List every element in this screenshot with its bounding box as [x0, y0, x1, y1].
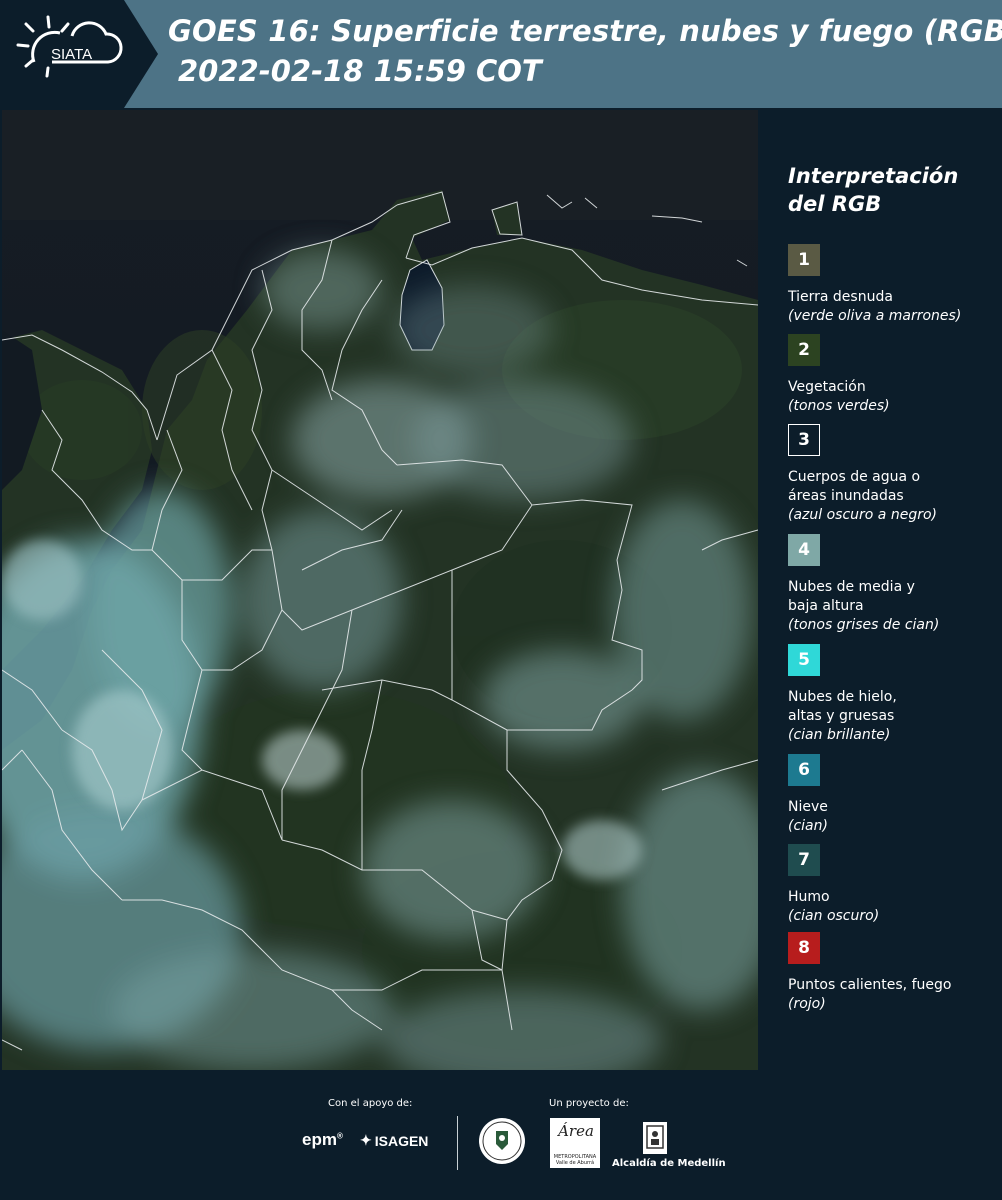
isagen-logo: ✦ ISAGEN — [360, 1132, 428, 1149]
area-logo-sub: METROPOLITANA Valle de Aburrá — [553, 1154, 597, 1166]
legend-swatch-6: 6 — [788, 754, 820, 786]
timestamp: 2022-02-18 15:59 COT — [178, 54, 542, 88]
support-caption: Con el apoyo de: — [328, 1098, 413, 1109]
isagen-mark-icon: ✦ — [360, 1132, 372, 1148]
legend-label: Vegetación — [788, 379, 866, 395]
page-title: GOES 16: Superficie terrestre, nubes y f… — [168, 14, 1002, 48]
legend-label: Nubes de hielo, altas y gruesas — [788, 689, 897, 724]
epm-logo: epm® — [302, 1130, 343, 1149]
legend-label: Nieve — [788, 799, 828, 815]
footer: Con el apoyo de: Un proyecto de: epm® ✦ … — [0, 1070, 1002, 1200]
epm-logo-text: epm — [302, 1130, 337, 1149]
legend-swatch-3: 3 — [788, 424, 820, 456]
alcaldia-medellin-label: Alcaldía de Medellín — [612, 1158, 726, 1169]
legend-swatch-5: 5 — [788, 644, 820, 676]
legend-swatch-7: 7 — [788, 844, 820, 876]
header-bar: SIATA GOES 16: Superficie terrestre, nub… — [0, 0, 1002, 108]
siata-logo-text: SIATA — [51, 46, 92, 63]
legend-item-snow: 6 Nieve (cian) — [788, 754, 998, 836]
legend-label: Cuerpos de agua o áreas inundadas — [788, 469, 921, 504]
legend-swatch-2: 2 — [788, 334, 820, 366]
legend-swatch-1: 1 — [788, 244, 820, 276]
legend-item-vegetation: 2 Vegetación (tonos verdes) — [788, 334, 998, 416]
project-caption: Un proyecto de: — [549, 1098, 629, 1109]
legend-title-line1: Interpretación — [788, 164, 959, 188]
legend-label: Puntos calientes, fuego — [788, 977, 952, 993]
legend-item-ice-clouds: 5 Nubes de hielo, altas y gruesas (cian … — [788, 644, 998, 745]
medellin-crest-icon — [641, 1120, 669, 1160]
legend-label: Humo — [788, 889, 830, 905]
legend-desc: (cian brillante) — [788, 727, 891, 743]
legend-desc: (verde oliva a marrones) — [788, 308, 962, 324]
footer-divider — [457, 1116, 458, 1170]
legend-item-water: 3 Cuerpos de agua o áreas inundadas (azu… — [788, 424, 998, 525]
legend-swatch-8: 8 — [788, 932, 820, 964]
legend-desc: (cian) — [788, 818, 828, 834]
satellite-map — [2, 110, 758, 1070]
legend-title: Interpretación del RGB — [788, 162, 988, 218]
legend-desc: (cian oscuro) — [788, 908, 880, 924]
area-logo-script: Área — [558, 1122, 594, 1140]
legend-label: Tierra desnuda — [788, 289, 893, 305]
legend-item-low-clouds: 4 Nubes de media y baja altura (tonos gr… — [788, 534, 998, 635]
legend-item-fire: 8 Puntos calientes, fuego (rojo) — [788, 932, 998, 1014]
legend-desc: (rojo) — [788, 996, 826, 1012]
isagen-logo-text: ISAGEN — [374, 1132, 429, 1149]
legend-item-bare-land: 1 Tierra desnuda (verde oliva a marrones… — [788, 244, 998, 326]
legend-desc: (tonos grises de cian) — [788, 617, 940, 633]
legend-title-line2: del RGB — [788, 192, 882, 216]
legend-item-smoke: 7 Humo (cian oscuro) — [788, 844, 998, 926]
legend-desc: (azul oscuro a negro) — [788, 507, 937, 523]
legend-label: Nubes de media y baja altura — [788, 579, 915, 614]
udea-seal-icon — [477, 1116, 527, 1170]
legend-swatch-4: 4 — [788, 534, 820, 566]
legend-panel: Interpretación del RGB 1 Tierra desnuda … — [760, 110, 1002, 1070]
siata-logo: SIATA — [0, 0, 158, 108]
legend-desc: (tonos verdes) — [788, 398, 890, 414]
